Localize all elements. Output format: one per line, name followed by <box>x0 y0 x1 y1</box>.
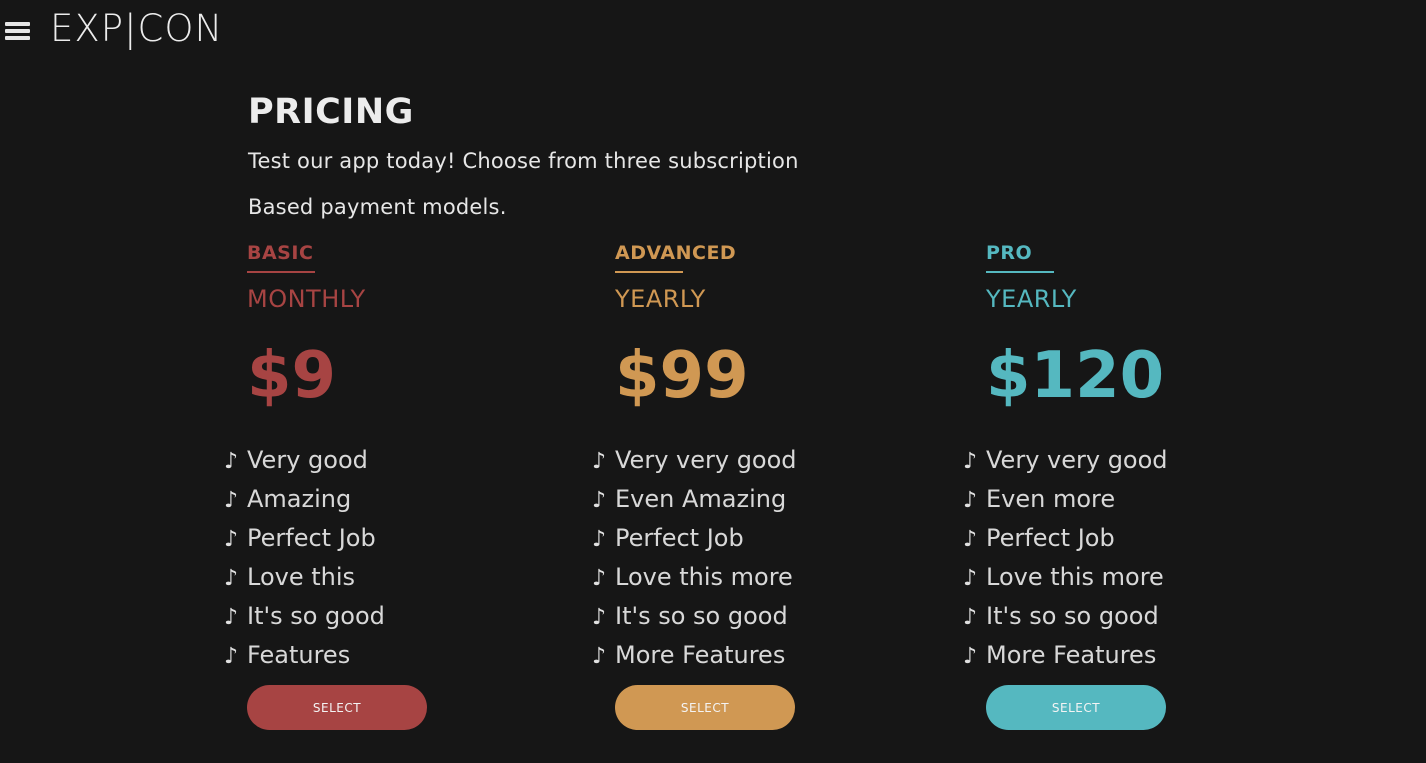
music-note-icon: ♪ <box>224 566 239 591</box>
music-note-icon: ♪ <box>963 488 978 513</box>
feature-label: It's so good <box>247 602 385 630</box>
feature-label: Perfect Job <box>615 524 744 552</box>
subtitle-line: Based payment models. <box>248 195 507 219</box>
feature-label: Very very good <box>986 446 1168 474</box>
menu-bar <box>5 36 30 40</box>
feature-item: ♪ Features <box>224 636 564 675</box>
feature-label: Features <box>247 641 351 669</box>
plan-tier: BASIC <box>247 242 314 264</box>
feature-label: It's so so good <box>986 602 1159 630</box>
feature-label: Perfect Job <box>986 524 1115 552</box>
feature-item: ♪ Love this <box>224 558 564 597</box>
feature-list-basic: ♪ Very good ♪ Amazing ♪ Perfect Job ♪ Love t… <box>224 441 564 675</box>
feature-item: ♪ Even Amazing <box>592 480 932 519</box>
feature-label: Perfect Job <box>247 524 376 552</box>
music-note-icon: ♪ <box>963 605 978 630</box>
feature-item: ♪ Perfect Job <box>224 519 564 558</box>
select-button-advanced[interactable]: SELECT <box>615 685 795 730</box>
feature-item: ♪ More Features <box>592 636 932 675</box>
music-note-icon: ♪ <box>963 566 978 591</box>
feature-label: Love this <box>247 563 356 591</box>
music-note-icon: ♪ <box>592 566 607 591</box>
feature-label: Very good <box>247 446 368 474</box>
feature-list-pro: ♪ Very very good ♪ Even more ♪ Perfect Job … <box>963 441 1303 675</box>
hamburger-menu-icon[interactable] <box>5 20 30 40</box>
music-note-icon: ♪ <box>963 449 978 474</box>
music-note-icon: ♪ <box>224 605 239 630</box>
feature-label: Even Amazing <box>615 485 787 513</box>
plan-card-advanced: ADVANCED YEARLY $99 <box>615 240 935 414</box>
music-note-icon: ♪ <box>224 527 239 552</box>
feature-item: ♪ Very very good <box>592 441 932 480</box>
page-subtitle: Test our app today! Choose from three su… <box>248 138 1008 230</box>
music-note-icon: ♪ <box>224 449 239 474</box>
plan-period: YEARLY <box>615 285 706 313</box>
plan-card-basic: BASIC MONTHLY $9 <box>247 240 567 414</box>
feature-item: ♪ Even more <box>963 480 1303 519</box>
feature-label: More Features <box>615 641 786 669</box>
feature-item: ♪ Perfect Job <box>592 519 932 558</box>
music-note-icon: ♪ <box>592 605 607 630</box>
plan-price: $99 <box>615 339 749 413</box>
music-note-icon: ♪ <box>224 644 239 669</box>
music-note-icon: ♪ <box>224 488 239 513</box>
feature-label: It's so so good <box>615 602 788 630</box>
feature-item: ♪ It's so so good <box>963 597 1303 636</box>
feature-label: More Features <box>986 641 1157 669</box>
feature-item: ♪ Very good <box>224 441 564 480</box>
feature-list-advanced: ♪ Very very good ♪ Even Amazing ♪ Perfect J… <box>592 441 932 675</box>
feature-label: Love this more <box>986 563 1164 591</box>
feature-item: ♪ It's so so good <box>592 597 932 636</box>
tier-underline <box>247 271 315 273</box>
music-note-icon: ♪ <box>963 527 978 552</box>
feature-item: ♪ It's so good <box>224 597 564 636</box>
music-note-icon: ♪ <box>963 644 978 669</box>
logo[interactable]: EXP|CON <box>50 7 223 51</box>
feature-item: ♪ Love this more <box>963 558 1303 597</box>
plan-period: YEARLY <box>986 285 1077 313</box>
tier-underline <box>615 271 683 273</box>
music-note-icon: ♪ <box>592 527 607 552</box>
feature-label: Even more <box>986 485 1116 513</box>
plan-tier: ADVANCED <box>615 242 737 264</box>
plan-tier: PRO <box>986 242 1033 264</box>
plan-price: $9 <box>247 339 337 413</box>
select-button-pro[interactable]: SELECT <box>986 685 1166 730</box>
feature-item: ♪ Very very good <box>963 441 1303 480</box>
subtitle-line: Test our app today! Choose from three su… <box>248 149 799 173</box>
feature-label: Amazing <box>247 485 352 513</box>
feature-item: ♪ Amazing <box>224 480 564 519</box>
plan-period: MONTHLY <box>247 285 366 313</box>
select-button-basic[interactable]: SELECT <box>247 685 427 730</box>
page-title: PRICING <box>248 92 414 132</box>
feature-label: Very very good <box>615 446 797 474</box>
plan-price: $120 <box>986 339 1165 413</box>
feature-item: ♪ More Features <box>963 636 1303 675</box>
tier-underline <box>986 271 1054 273</box>
plan-card-pro: PRO YEARLY $120 <box>986 240 1306 414</box>
menu-bar <box>5 22 30 26</box>
header: EXP|CON <box>0 0 1426 58</box>
feature-label: Love this more <box>615 563 793 591</box>
feature-item: ♪ Perfect Job <box>963 519 1303 558</box>
feature-item: ♪ Love this more <box>592 558 932 597</box>
pricing-intro: PRICING Test our app today! Choose from … <box>248 90 1008 230</box>
music-note-icon: ♪ <box>592 644 607 669</box>
music-note-icon: ♪ <box>592 449 607 474</box>
music-note-icon: ♪ <box>592 488 607 513</box>
menu-bar <box>5 29 30 33</box>
